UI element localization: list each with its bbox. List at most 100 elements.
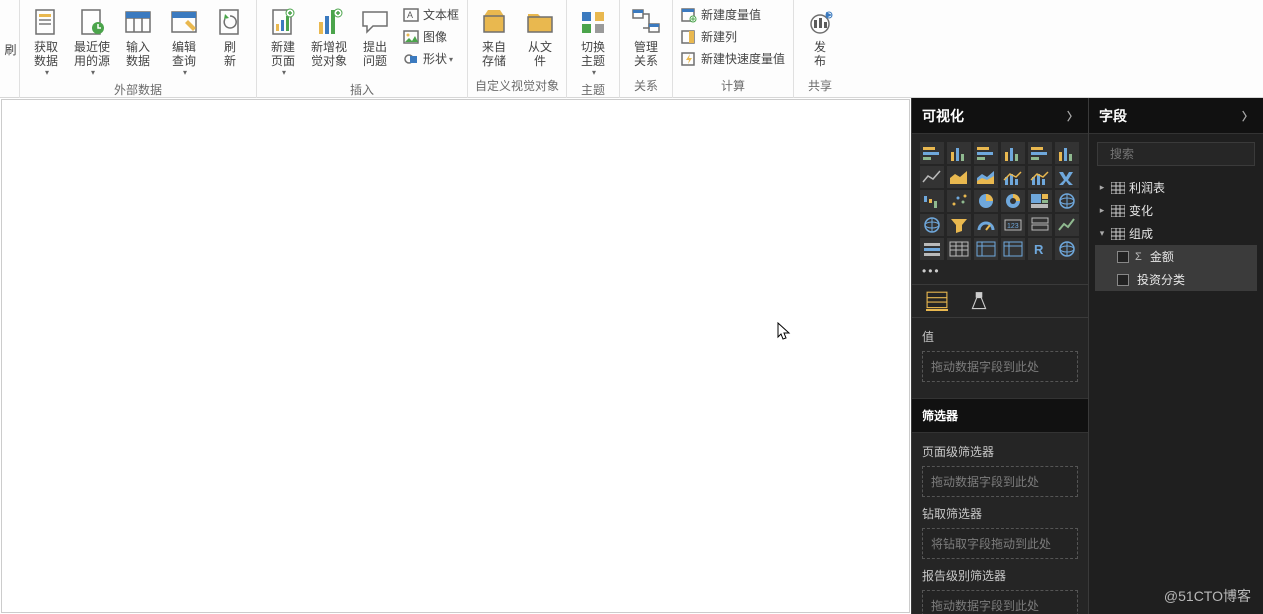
viz-line-clustered[interactable] [1001,166,1025,188]
more-visuals-button[interactable]: ••• [912,264,1088,284]
new-measure-icon [681,7,697,23]
switch-theme-button[interactable]: 切换 主题▾ [571,4,615,79]
viz-clustered-bar[interactable] [974,142,998,164]
enter-data-button[interactable]: 输入 数据 [116,4,160,70]
edit-queries-icon [168,6,200,38]
from-file-label: 从文 件 [528,40,552,68]
new-measure-label: 新建度量值 [701,8,761,22]
visualization-gallery: 123R [912,134,1088,264]
viz-waterfall[interactable] [920,190,944,212]
fields-header[interactable]: 字段 〉 [1089,98,1263,134]
from-store-button[interactable]: 来自 存储 [472,4,516,70]
image-button[interactable]: 图像 [399,26,463,48]
from-store-label: 来自 存储 [482,40,506,68]
viz-card[interactable]: 123 [1001,214,1025,236]
viz-stacked-column[interactable] [947,142,971,164]
svg-text:A: A [407,10,413,20]
new-visual-button[interactable]: 新增视 觉对象 [307,4,351,70]
visualizations-header[interactable]: 可视化 〉 [912,98,1088,134]
field-row[interactable]: 投资分类 [1095,268,1257,291]
new-quick-measure-button[interactable]: 新建快速度量值 [677,48,789,70]
viz-clustered-column[interactable] [1001,142,1025,164]
ask-question-icon [359,6,391,38]
publish-button[interactable]: 发 布 [798,4,842,70]
new-page-button[interactable]: 新建 页面▾ [261,4,305,79]
values-well-label: 值 [922,328,1078,345]
viz-area[interactable] [947,166,971,188]
ribbon-left-slice[interactable]: 刷 [2,0,20,98]
viz-treemap[interactable] [1028,190,1052,212]
refresh-button[interactable]: 刷 新 [208,4,252,70]
text-box-label: 文本框 [423,8,459,22]
viz-scatter[interactable] [947,190,971,212]
field-checkbox[interactable] [1117,274,1129,286]
text-box-button[interactable]: A 文本框 [399,4,463,26]
drill-filters-well[interactable]: 将钻取字段拖动到此处 [922,528,1078,559]
page-filters-label: 页面级筛选器 [922,443,1078,460]
table-row[interactable]: ▸利润表 [1095,176,1257,199]
shapes-button[interactable]: 形状▾ [399,48,463,70]
viz-table[interactable] [947,238,971,260]
from-file-button[interactable]: 从文 件 [518,4,562,70]
fields-search[interactable] [1097,142,1255,166]
publish-label: 发 布 [814,40,826,68]
table-name: 变化 [1129,202,1153,219]
page-filters-well[interactable]: 拖动数据字段到此处 [922,466,1078,497]
group-label-calculations: 计算 [677,75,789,98]
viz-kpi[interactable] [1055,214,1079,236]
field-checkbox[interactable] [1117,251,1129,263]
fields-tree: ▸利润表 ▸ 变化 ▾组成 Σ 金额投资分类 [1089,174,1263,293]
values-well[interactable]: 拖动数据字段到此处 [922,351,1078,382]
viz-stacked-bar[interactable] [920,142,944,164]
chevron-right-icon: 〉 [1067,108,1078,124]
viz-line-stacked[interactable] [1028,166,1052,188]
filters-section-title: 筛选器 [912,398,1088,433]
viz-donut[interactable] [1001,190,1025,212]
viz-pie[interactable] [974,190,998,212]
viz-matrix-preview[interactable] [1001,238,1025,260]
fields-title: 字段 [1099,106,1127,126]
new-visual-label: 新增视 觉对象 [311,40,347,68]
ribbon-group-insert: 新建 页面▾ 新增视 觉对象 提出 问题 A 文本框 [257,0,468,98]
get-data-button[interactable]: 获取 数据▾ [24,4,68,79]
viz-100-stacked-bar[interactable] [1028,142,1052,164]
ribbon-group-relationships: 管理 关系 关系 [620,0,673,98]
format-tab[interactable] [968,291,990,311]
ribbon-group-external-data: 获取 数据▾ 最近使 用的源▾ 输入 数据 编辑 查询▾ [20,0,257,98]
fields-search-input[interactable] [1110,147,1263,161]
viz-arcgis[interactable] [1055,238,1079,260]
viz-ribbon-chart[interactable] [1055,166,1079,188]
viz-slicer[interactable] [920,238,944,260]
viz-filled-map[interactable] [920,214,944,236]
refresh-slice-label: 刷 [4,41,16,58]
sigma-icon: Σ [1135,251,1142,263]
field-name: 金额 [1150,248,1174,265]
viz-r-visual[interactable]: R [1028,238,1052,260]
viz-stacked-area[interactable] [974,166,998,188]
viz-matrix[interactable] [974,238,998,260]
new-measure-button[interactable]: 新建度量值 [677,4,789,26]
viz-line[interactable] [920,166,944,188]
field-row[interactable]: Σ 金额 [1095,245,1257,268]
new-column-button[interactable]: 新建列 [677,26,789,48]
table-row[interactable]: ▾组成 [1095,222,1257,245]
get-data-icon [30,6,62,38]
recent-sources-button[interactable]: 最近使 用的源▾ [70,4,114,79]
triangle-right-icon: ▸ [1097,205,1107,216]
viz-100-stacked-column[interactable] [1055,142,1079,164]
viz-multi-row-card[interactable] [1028,214,1052,236]
viz-gauge[interactable] [974,214,998,236]
table-name: 利润表 [1129,179,1165,196]
image-label: 图像 [423,30,447,44]
viz-map[interactable] [1055,190,1079,212]
table-row[interactable]: ▸ 变化 [1095,199,1257,222]
viz-funnel[interactable] [947,214,971,236]
ask-question-button[interactable]: 提出 问题 [353,4,397,70]
report-filters-well[interactable]: 拖动数据字段到此处 [922,590,1078,614]
manage-relationships-button[interactable]: 管理 关系 [624,4,668,70]
recent-sources-label: 最近使 用的源 [74,40,110,68]
report-canvas[interactable] [1,99,910,613]
new-page-label: 新建 页面 [271,40,295,68]
fields-tab[interactable] [926,291,948,311]
edit-queries-button[interactable]: 编辑 查询▾ [162,4,206,79]
